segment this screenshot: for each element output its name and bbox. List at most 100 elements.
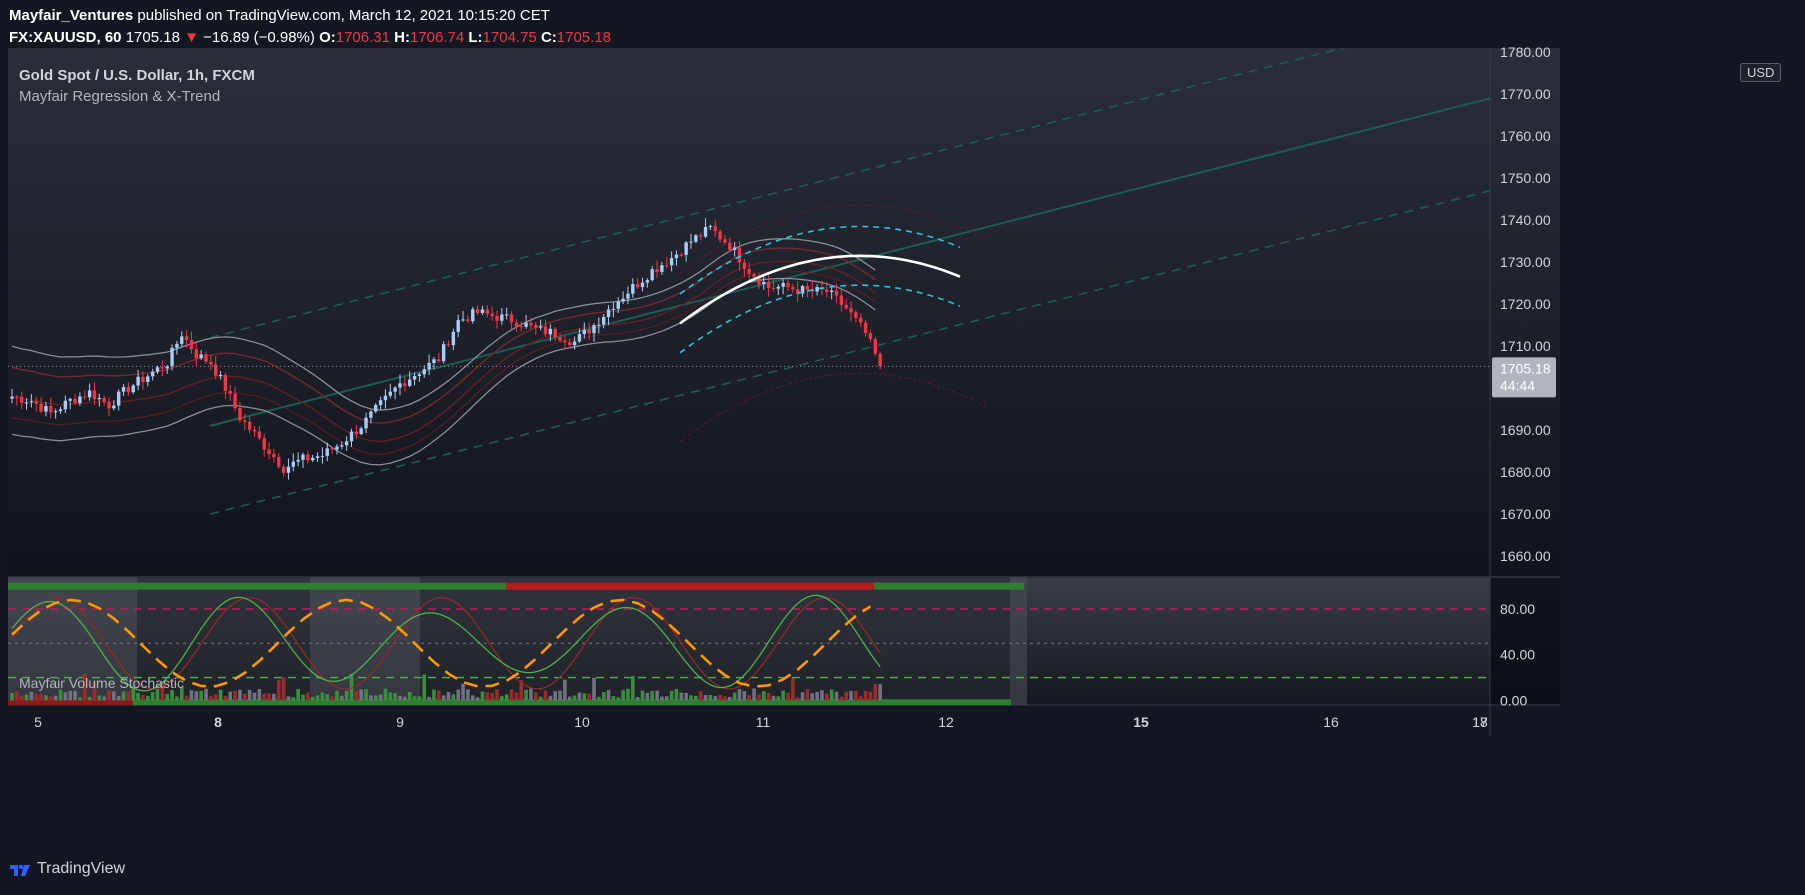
- volume-bar: [233, 690, 237, 701]
- volume-bar: [815, 691, 819, 701]
- price-axis-tick: 1760.00: [1500, 128, 1551, 144]
- volume-bar: [243, 693, 247, 701]
- oscillator-axis-tick: 0.00: [1500, 692, 1527, 708]
- session-shade: [507, 577, 880, 705]
- price-axis-tick: 1740.00: [1500, 212, 1551, 228]
- candle-body: [577, 334, 582, 342]
- candle-body: [703, 226, 708, 237]
- indicator-legend-name[interactable]: Mayfair Regression & X-Trend: [19, 88, 220, 105]
- candle-body: [58, 409, 63, 412]
- candle-body: [587, 329, 591, 334]
- candle-body: [621, 298, 625, 302]
- volume-bar: [330, 696, 334, 701]
- volume-bar: [708, 694, 713, 701]
- tradingview-logo-icon: [10, 864, 30, 876]
- volume-bar: [49, 696, 53, 701]
- candle-body: [466, 319, 470, 322]
- volume-bar: [378, 694, 383, 701]
- volume-bar: [664, 696, 669, 701]
- volume-bar: [592, 677, 596, 701]
- volume-bar: [296, 688, 300, 701]
- volume-bar: [107, 690, 111, 701]
- volume-bar: [854, 690, 858, 701]
- candle-body: [490, 313, 494, 316]
- candle-body: [771, 287, 776, 289]
- candle-body: [776, 286, 780, 289]
- volume-bar: [761, 691, 766, 701]
- price-axis-tick: 1780.00: [1500, 44, 1551, 60]
- volume-bar: [548, 695, 553, 701]
- candle-body: [834, 290, 839, 296]
- volume-bar: [24, 694, 29, 701]
- volume-bar: [839, 696, 844, 701]
- candle-body: [136, 376, 140, 386]
- candle-body: [514, 322, 519, 327]
- volume-bar: [165, 693, 169, 701]
- volume-bar: [286, 696, 291, 701]
- volume-bar: [514, 692, 519, 701]
- candle-body: [684, 242, 688, 255]
- volume-bar: [223, 696, 228, 701]
- candle-body: [68, 398, 72, 401]
- volume-bar: [136, 692, 140, 701]
- time-axis-tick: 16: [1323, 714, 1339, 730]
- volume-bar: [572, 695, 577, 701]
- candle-body: [742, 262, 747, 269]
- candle-body: [29, 401, 34, 403]
- footer-brand[interactable]: TradingView: [9, 860, 125, 878]
- volume-bar: [262, 693, 266, 701]
- volume-bar: [146, 695, 150, 701]
- candle-body: [432, 359, 436, 363]
- volume-bar: [500, 696, 504, 701]
- candle-body: [568, 342, 572, 346]
- volume-bar: [456, 689, 460, 701]
- candle-body: [344, 441, 349, 446]
- volume-bar: [369, 695, 373, 701]
- symbol-legend-title[interactable]: Gold Spot / U.S. Dollar, 1h, FXCM: [19, 67, 255, 84]
- volume-bar: [689, 695, 693, 701]
- volume-bar: [461, 683, 465, 701]
- candle-body: [311, 458, 315, 461]
- candle-body: [752, 273, 756, 277]
- volume-bar: [218, 689, 223, 701]
- volume-bar: [582, 693, 587, 701]
- volume-bar: [718, 694, 722, 701]
- candle-body: [437, 359, 441, 362]
- volume-bar: [393, 693, 397, 701]
- candle-body: [252, 429, 257, 432]
- volume-bar: [189, 690, 194, 701]
- candle-body: [471, 309, 475, 322]
- candle-body: [257, 431, 262, 439]
- chart-canvas[interactable]: 1660.001670.001680.001690.001700.001710.…: [0, 0, 1805, 895]
- volume-bar: [87, 696, 92, 701]
- candle-body: [553, 328, 557, 338]
- volume-bar: [310, 697, 315, 701]
- candle-body: [92, 390, 97, 400]
- oscillator-axis-tick: 40.00: [1500, 647, 1535, 663]
- currency-badge[interactable]: USD: [1740, 63, 1782, 82]
- volume-bar: [558, 690, 562, 701]
- volume-bar: [829, 689, 834, 701]
- candle-body: [631, 284, 635, 294]
- volume-bar: [68, 690, 72, 701]
- volume-bar: [97, 695, 102, 701]
- volume-stochastic-title[interactable]: Mayfair Volume Stochastic: [19, 675, 184, 691]
- candle-body: [417, 374, 422, 376]
- candle-body: [689, 241, 693, 243]
- candle-body: [737, 247, 742, 263]
- volume-bar: [209, 695, 213, 701]
- volume-bar: [844, 691, 848, 701]
- price-axis-tick: 1680.00: [1500, 464, 1551, 480]
- candle-body: [131, 385, 135, 393]
- volume-bar: [470, 695, 475, 701]
- volume-bar: [621, 690, 625, 701]
- candle-body: [732, 247, 737, 250]
- session-shade: [1010, 577, 1027, 705]
- candle-body: [616, 301, 620, 309]
- volume-bar: [752, 688, 756, 701]
- volume-bar: [781, 690, 785, 701]
- volume-bar: [267, 693, 271, 701]
- candle-body: [805, 286, 810, 290]
- candle-body: [393, 387, 397, 392]
- candle-body: [815, 287, 819, 292]
